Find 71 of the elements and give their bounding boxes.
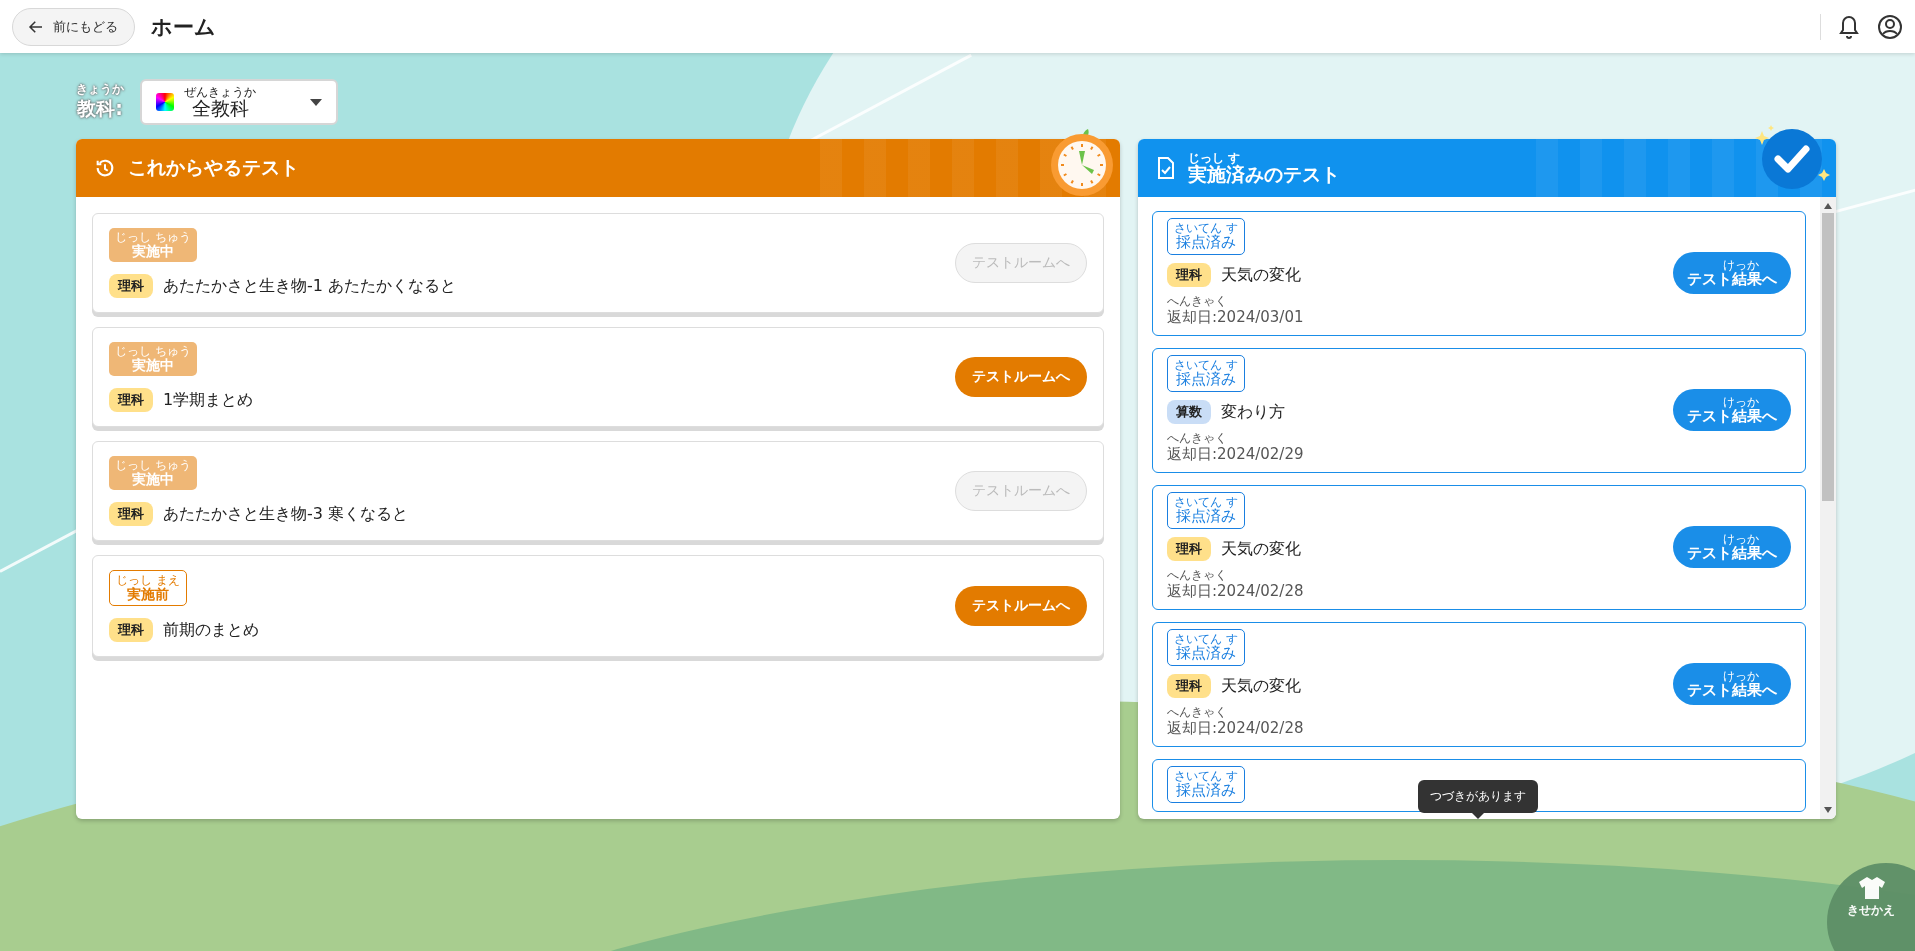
subject-tag: 理科 xyxy=(109,388,153,412)
more-tooltip: つづきがあります xyxy=(1418,780,1538,819)
furigana-text: へんきゃく xyxy=(1167,706,1227,718)
subject-value: 全教科 xyxy=(191,99,249,118)
furigana-text: さいてん す xyxy=(1174,359,1238,371)
status-badge: さいてん す 採点済み xyxy=(1167,492,1245,529)
test-name: 前期のまとめ xyxy=(163,619,259,641)
test-name: あたたかさと生き物-3 寒くなると xyxy=(163,503,409,525)
history-icon xyxy=(94,157,116,179)
status-badge: さいてん す 採点済み xyxy=(1167,218,1245,255)
check-badge-icon xyxy=(1754,125,1832,191)
panel-title: 実施済みのテスト xyxy=(1188,165,1340,184)
page-title: ホーム xyxy=(151,13,216,41)
rainbow-icon xyxy=(156,93,174,111)
furigana-text: じっし ちゅう xyxy=(115,459,191,471)
furigana-text: へんきゃく xyxy=(1167,432,1227,444)
test-name: あたたかさと生き物-1 あたたかくなると xyxy=(163,275,457,297)
furigana-text: へんきゃく xyxy=(1167,569,1227,581)
test-room-button[interactable]: テストルームへ xyxy=(955,357,1087,397)
subject-tag: 算数 xyxy=(1167,400,1211,424)
subject-tag: 理科 xyxy=(1167,263,1211,287)
document-check-icon xyxy=(1156,157,1176,179)
test-name: 1学期まとめ xyxy=(163,389,254,411)
furigana-text: さいてん す xyxy=(1174,222,1238,234)
test-name: 天気の変化 xyxy=(1221,538,1301,560)
status-badge: じっし ちゅう 実施中 xyxy=(109,342,197,376)
subject-tag: 理科 xyxy=(109,618,153,642)
status-badge: さいてん す 採点済み xyxy=(1167,355,1245,392)
account-icon[interactable] xyxy=(1877,13,1903,40)
subject-label: 教科: xyxy=(77,96,123,121)
furigana-text: じっし す xyxy=(1188,152,1241,164)
test-result-button[interactable]: けっか テスト結果へ xyxy=(1673,525,1791,568)
test-room-button[interactable]: テストルームへ xyxy=(955,586,1087,626)
furigana-text: さいてん す xyxy=(1174,770,1238,782)
furigana-text: ぜんきょうか xyxy=(184,86,256,98)
subject-tag: 理科 xyxy=(1167,537,1211,561)
test-name: 天気の変化 xyxy=(1221,675,1301,697)
subject-tag: 理科 xyxy=(109,274,153,298)
furigana-text: じっし ちゅう xyxy=(115,345,191,357)
test-name: 変わり方 xyxy=(1221,401,1285,423)
return-date: 返却日:2024/02/29 xyxy=(1167,445,1304,464)
status-badge: じっし ちゅう 実施中 xyxy=(109,456,197,490)
return-date: 返却日:2024/03/01 xyxy=(1167,308,1304,327)
shirt-icon xyxy=(1859,877,1885,899)
furigana-text: さいてん す xyxy=(1174,633,1238,645)
return-date: 返却日:2024/02/28 xyxy=(1167,582,1304,601)
subject-dropdown[interactable]: ぜんきょうか 全教科 xyxy=(140,79,338,125)
subject-tag: 理科 xyxy=(1167,674,1211,698)
back-button[interactable]: 前にもどる xyxy=(12,7,135,46)
test-result-button[interactable]: けっか テスト結果へ xyxy=(1673,251,1791,294)
scroll-up-icon[interactable] xyxy=(1824,203,1832,209)
subject-tag: 理科 xyxy=(109,502,153,526)
furigana-text: さいてん す xyxy=(1174,496,1238,508)
status-badge: じっし まえ 実施前 xyxy=(109,570,187,606)
status-badge: さいてん す 採点済み xyxy=(1167,766,1245,803)
furigana-text: じっし まえ xyxy=(116,574,180,586)
tooltip-pointer-icon xyxy=(1472,813,1484,819)
test-result-button[interactable]: けっか テスト結果へ xyxy=(1673,662,1791,705)
test-name: 天気の変化 xyxy=(1221,264,1301,286)
furigana-text: きょうか xyxy=(76,82,124,95)
status-badge: じっし ちゅう 実施中 xyxy=(109,228,197,262)
test-result-button[interactable]: けっか テスト結果へ xyxy=(1673,388,1791,431)
furigana-text: じっし ちゅう xyxy=(115,231,191,243)
scrollbar[interactable] xyxy=(1820,197,1836,819)
scroll-down-icon[interactable] xyxy=(1824,807,1832,813)
return-date: 返却日:2024/02/28 xyxy=(1167,719,1304,738)
bell-icon[interactable] xyxy=(1837,13,1861,40)
status-badge: さいてん す 採点済み xyxy=(1167,629,1245,666)
furigana-text: へんきゃく xyxy=(1167,295,1227,307)
panel-title: これからやるテスト xyxy=(128,155,299,180)
caret-icon xyxy=(310,98,322,106)
